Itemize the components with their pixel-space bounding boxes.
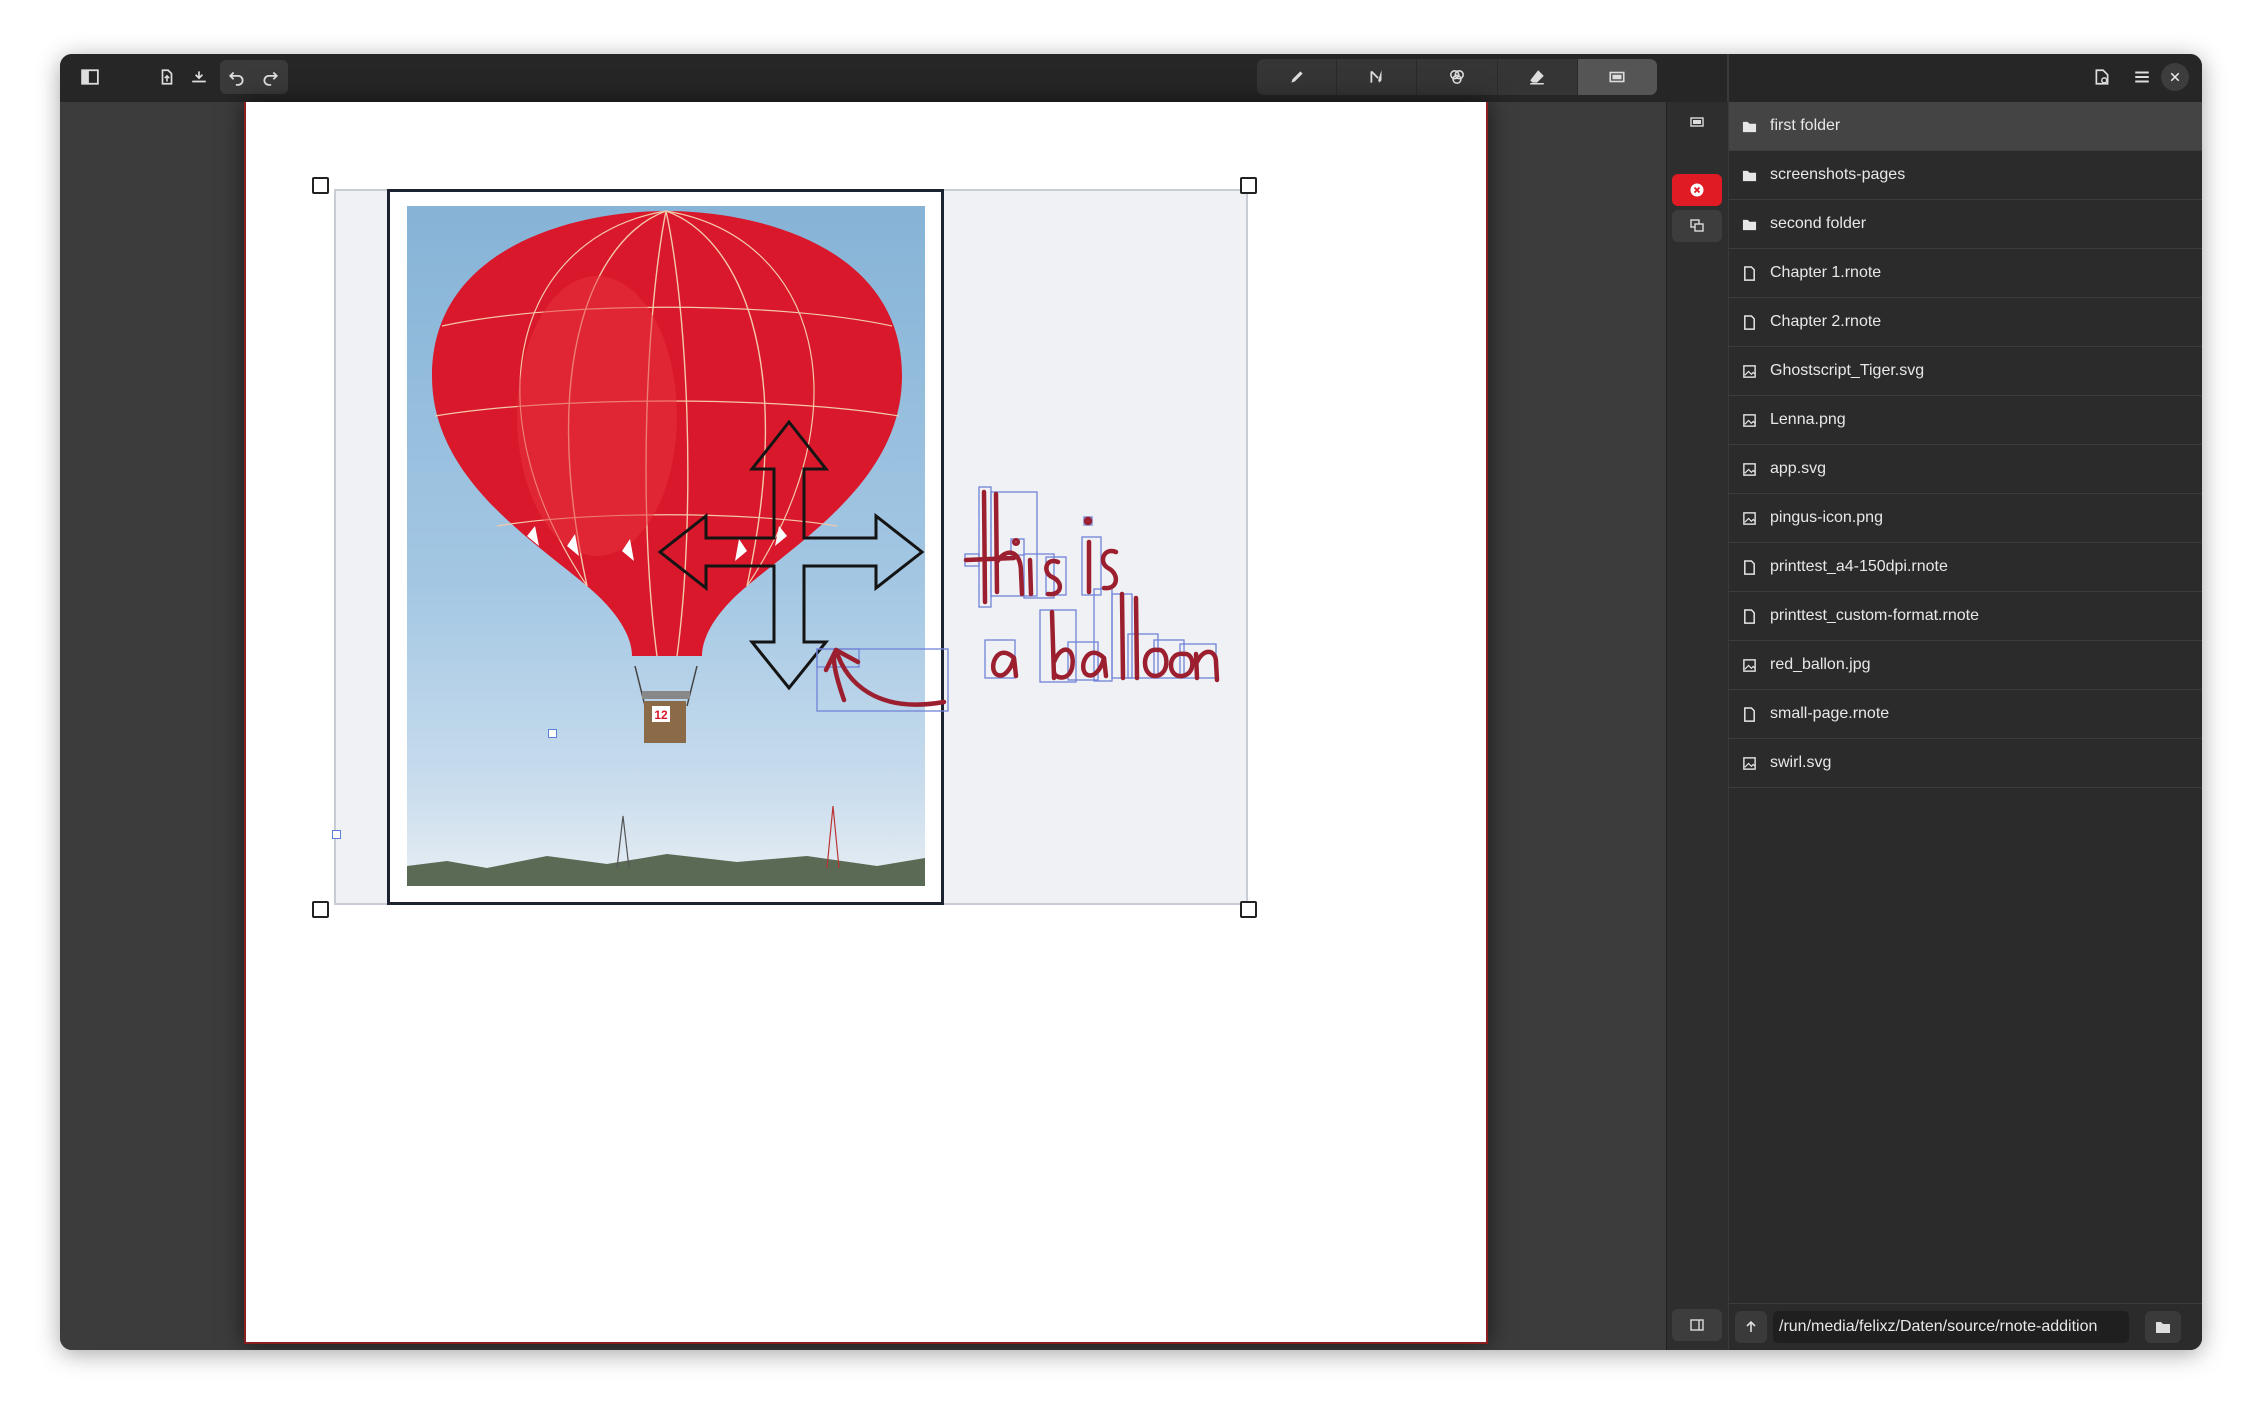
- file-list-item[interactable]: pingus-icon.png: [1729, 494, 2202, 543]
- parent-dir-icon[interactable]: [1735, 1311, 1767, 1343]
- path-bar: /run/media/felixz/Daten/source/rnote-add…: [1729, 1303, 2202, 1350]
- open-folder-icon[interactable]: [2145, 1311, 2181, 1343]
- folder-icon: [1740, 117, 1758, 135]
- ink-strokes[interactable]: [246, 102, 1486, 1342]
- menu-icon[interactable]: [2125, 60, 2159, 94]
- image-icon: [1740, 509, 1758, 527]
- document-icon: [1740, 705, 1758, 723]
- file-label: swirl.svg: [1770, 754, 1832, 771]
- pen-icon[interactable]: [1257, 59, 1338, 95]
- selector-sidebar: [1666, 102, 1728, 1350]
- image-icon: [1740, 362, 1758, 380]
- image-icon: [1740, 411, 1758, 429]
- file-list-item[interactable]: swirl.svg: [1729, 739, 2202, 788]
- delete-selection-icon[interactable]: [1672, 174, 1722, 206]
- app-window: 12 first folder screenshots-pages second…: [60, 54, 2202, 1350]
- sidebar-header: [1729, 54, 2202, 102]
- file-list-item[interactable]: second folder: [1729, 200, 2202, 249]
- file-label: Chapter 2.rnote: [1770, 313, 1882, 330]
- file-label: printtest_a4-150dpi.rnote: [1770, 558, 1948, 575]
- file-label: Lenna.png: [1770, 411, 1846, 428]
- duplicate-selection-icon[interactable]: [1672, 210, 1722, 242]
- file-label: first folder: [1770, 117, 1841, 134]
- file-label: Chapter 1.rnote: [1770, 264, 1882, 281]
- file-list: first folder screenshots-pages second fold…: [1729, 102, 2202, 788]
- folder-icon: [1740, 215, 1758, 233]
- close-icon[interactable]: [2161, 63, 2189, 91]
- file-label: printtest_custom-format.rnote: [1770, 607, 1979, 624]
- file-list-item[interactable]: screenshots-pages: [1729, 151, 2202, 200]
- image-icon: [1740, 754, 1758, 772]
- file-label: red_ballon.jpg: [1770, 656, 1871, 673]
- image-icon: [1740, 656, 1758, 674]
- path-field[interactable]: /run/media/felixz/Daten/source/rnote-add…: [1773, 1311, 2129, 1343]
- file-label: pingus-icon.png: [1770, 509, 1883, 526]
- file-list-item[interactable]: small-page.rnote: [1729, 690, 2202, 739]
- typewriter-icon[interactable]: [1417, 59, 1498, 95]
- file-label: Ghostscript_Tiger.svg: [1770, 362, 1925, 379]
- undo-icon[interactable]: [220, 60, 254, 94]
- header-bar: [60, 54, 1727, 102]
- shaper-icon[interactable]: [1337, 59, 1418, 95]
- file-browser: first folder screenshots-pages second fold…: [1729, 102, 2202, 1350]
- file-list-item[interactable]: red_ballon.jpg: [1729, 641, 2202, 690]
- file-label: app.svg: [1770, 460, 1827, 477]
- import-icon[interactable]: [182, 60, 216, 94]
- document-icon: [1740, 558, 1758, 576]
- file-list-item[interactable]: first folder: [1729, 102, 2202, 151]
- document-icon: [1740, 313, 1758, 331]
- redo-icon[interactable]: [253, 60, 287, 94]
- drawing-canvas[interactable]: 12: [60, 102, 1666, 1350]
- panel-toggle-icon[interactable]: [1672, 1309, 1722, 1341]
- file-label: small-page.rnote: [1770, 705, 1890, 722]
- document-icon: [1740, 607, 1758, 625]
- file-list-item[interactable]: Chapter 2.rnote: [1729, 298, 2202, 347]
- tool-switcher: [1257, 59, 1657, 95]
- sidebar-toggle-icon[interactable]: [73, 60, 107, 94]
- folder-icon: [1740, 166, 1758, 184]
- file-list-item[interactable]: printtest_a4-150dpi.rnote: [1729, 543, 2202, 592]
- file-list-item[interactable]: printtest_custom-format.rnote: [1729, 592, 2202, 641]
- export-icon[interactable]: [150, 60, 184, 94]
- document-page[interactable]: 12: [244, 102, 1488, 1344]
- new-document-icon[interactable]: [2085, 60, 2119, 94]
- selector-mode-icon[interactable]: [1672, 106, 1722, 138]
- file-list-item[interactable]: Chapter 1.rnote: [1729, 249, 2202, 298]
- image-icon: [1740, 460, 1758, 478]
- selector-icon[interactable]: [1577, 59, 1657, 95]
- document-icon: [1740, 264, 1758, 282]
- file-label: second folder: [1770, 215, 1867, 232]
- file-label: screenshots-pages: [1770, 166, 1906, 183]
- file-list-item[interactable]: app.svg: [1729, 445, 2202, 494]
- file-list-item[interactable]: Lenna.png: [1729, 396, 2202, 445]
- file-list-item[interactable]: Ghostscript_Tiger.svg: [1729, 347, 2202, 396]
- eraser-icon[interactable]: [1498, 59, 1578, 95]
